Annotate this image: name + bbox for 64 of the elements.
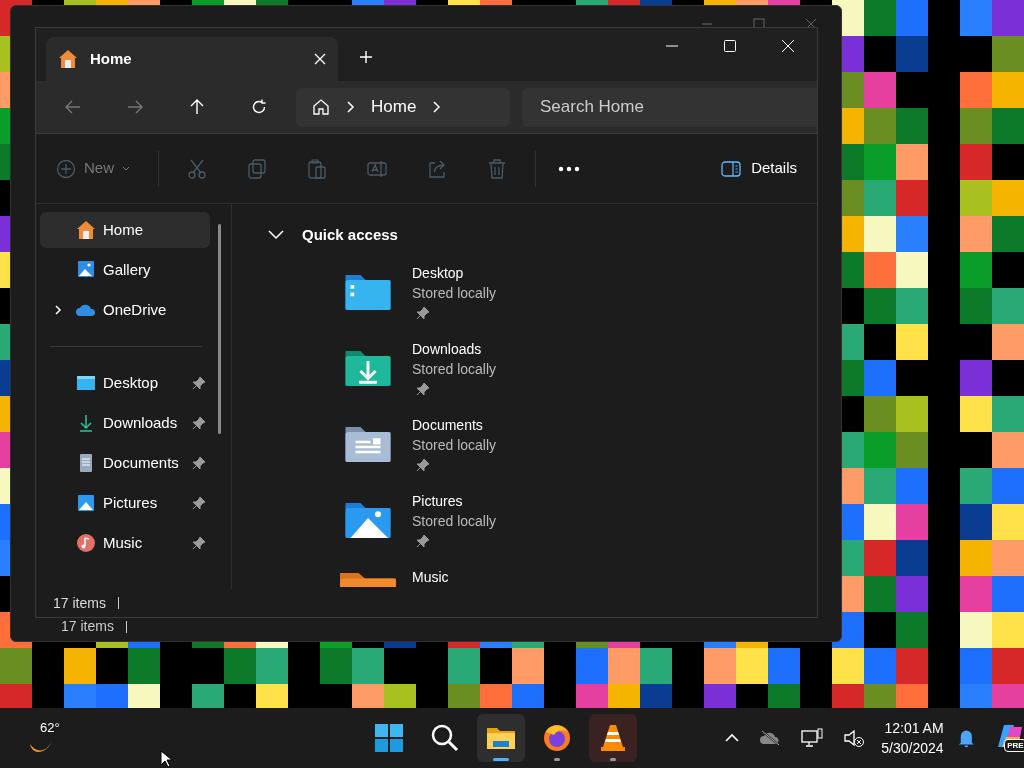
sidebar-item[interactable]: Gallery [40, 252, 210, 288]
details-button[interactable]: Details [721, 148, 797, 189]
close-icon [782, 40, 794, 52]
status-text: 17 items [53, 593, 106, 613]
sidebar-item[interactable]: OneDrive [40, 292, 210, 328]
house-icon [76, 220, 96, 240]
search-field[interactable]: Search Home [522, 87, 817, 127]
folder-location: Stored locally [412, 435, 497, 455]
clock[interactable]: 12:01 AM 5/30/2024 [881, 718, 944, 758]
sidebar-item[interactable]: Documents [40, 445, 210, 481]
picture-icon [76, 260, 96, 280]
folder-tile[interactable]: Music [340, 566, 817, 589]
folder-name: Pictures [412, 491, 464, 511]
chevron-right-icon[interactable] [53, 305, 63, 315]
chevron-down-icon [268, 230, 284, 241]
music-note-icon [76, 533, 96, 553]
weather-widget[interactable]: 62° [26, 716, 60, 760]
folder-location: Stored locally [412, 511, 497, 531]
speaker-muted-icon[interactable] [843, 728, 866, 748]
sidebar-item[interactable]: Pictures [40, 485, 210, 521]
folder-name: Downloads [412, 339, 483, 359]
folder-location: Stored locally [412, 283, 497, 303]
chevron-up-icon[interactable] [725, 733, 740, 743]
cloud-off-icon[interactable] [759, 730, 782, 746]
folder-name: Music [412, 567, 449, 587]
taskbar-app[interactable] [477, 714, 526, 762]
breadcrumb-item[interactable]: Home [371, 94, 417, 120]
folder-tile[interactable]: Desktop Stored locally [340, 262, 817, 333]
folder-location: Stored locally [412, 359, 497, 379]
sidebar-item[interactable]: Downloads [40, 405, 210, 441]
quick-access-header[interactable]: Quick access [268, 224, 398, 247]
maximize-icon [724, 40, 736, 52]
bell-icon[interactable] [957, 728, 975, 748]
refresh-icon [251, 99, 267, 115]
folder-tile[interactable]: Pictures Stored locally [340, 490, 817, 561]
sidebar-item[interactable]: Music [40, 525, 210, 561]
tab[interactable]: Home [46, 37, 338, 81]
chevron-right-icon[interactable] [432, 101, 442, 113]
desktop-folder-icon [76, 373, 96, 393]
plus-icon [359, 50, 373, 64]
status-text: 17 items [61, 617, 114, 636]
network-icon[interactable] [801, 728, 824, 748]
home-icon [312, 98, 330, 116]
scrollbar[interactable] [218, 224, 221, 434]
address-bar[interactable]: Home [296, 87, 510, 127]
back-arrow-icon [65, 100, 81, 114]
caret-down-icon [122, 166, 130, 171]
picture-icon [76, 493, 96, 513]
folder-tile[interactable]: Documents Stored locally [340, 414, 817, 485]
taskbar-app[interactable] [589, 714, 638, 762]
music-folder-icon [340, 572, 396, 587]
plus-circle-icon [56, 158, 76, 179]
windows-logo-icon [373, 722, 406, 754]
forward-arrow-icon [127, 100, 143, 114]
mouse-cursor-icon [160, 750, 172, 768]
details-pane-icon [721, 160, 742, 177]
folder-name: Desktop [412, 263, 465, 283]
sidebar-item[interactable]: Home [40, 212, 210, 248]
up-arrow-icon [190, 99, 204, 115]
house-icon [58, 49, 78, 69]
folder-tile[interactable]: Downloads Stored locally [340, 338, 817, 409]
chevron-right-icon [346, 101, 355, 113]
sidebar-item[interactable]: Desktop [40, 365, 210, 401]
folder-name: Documents [412, 415, 484, 435]
